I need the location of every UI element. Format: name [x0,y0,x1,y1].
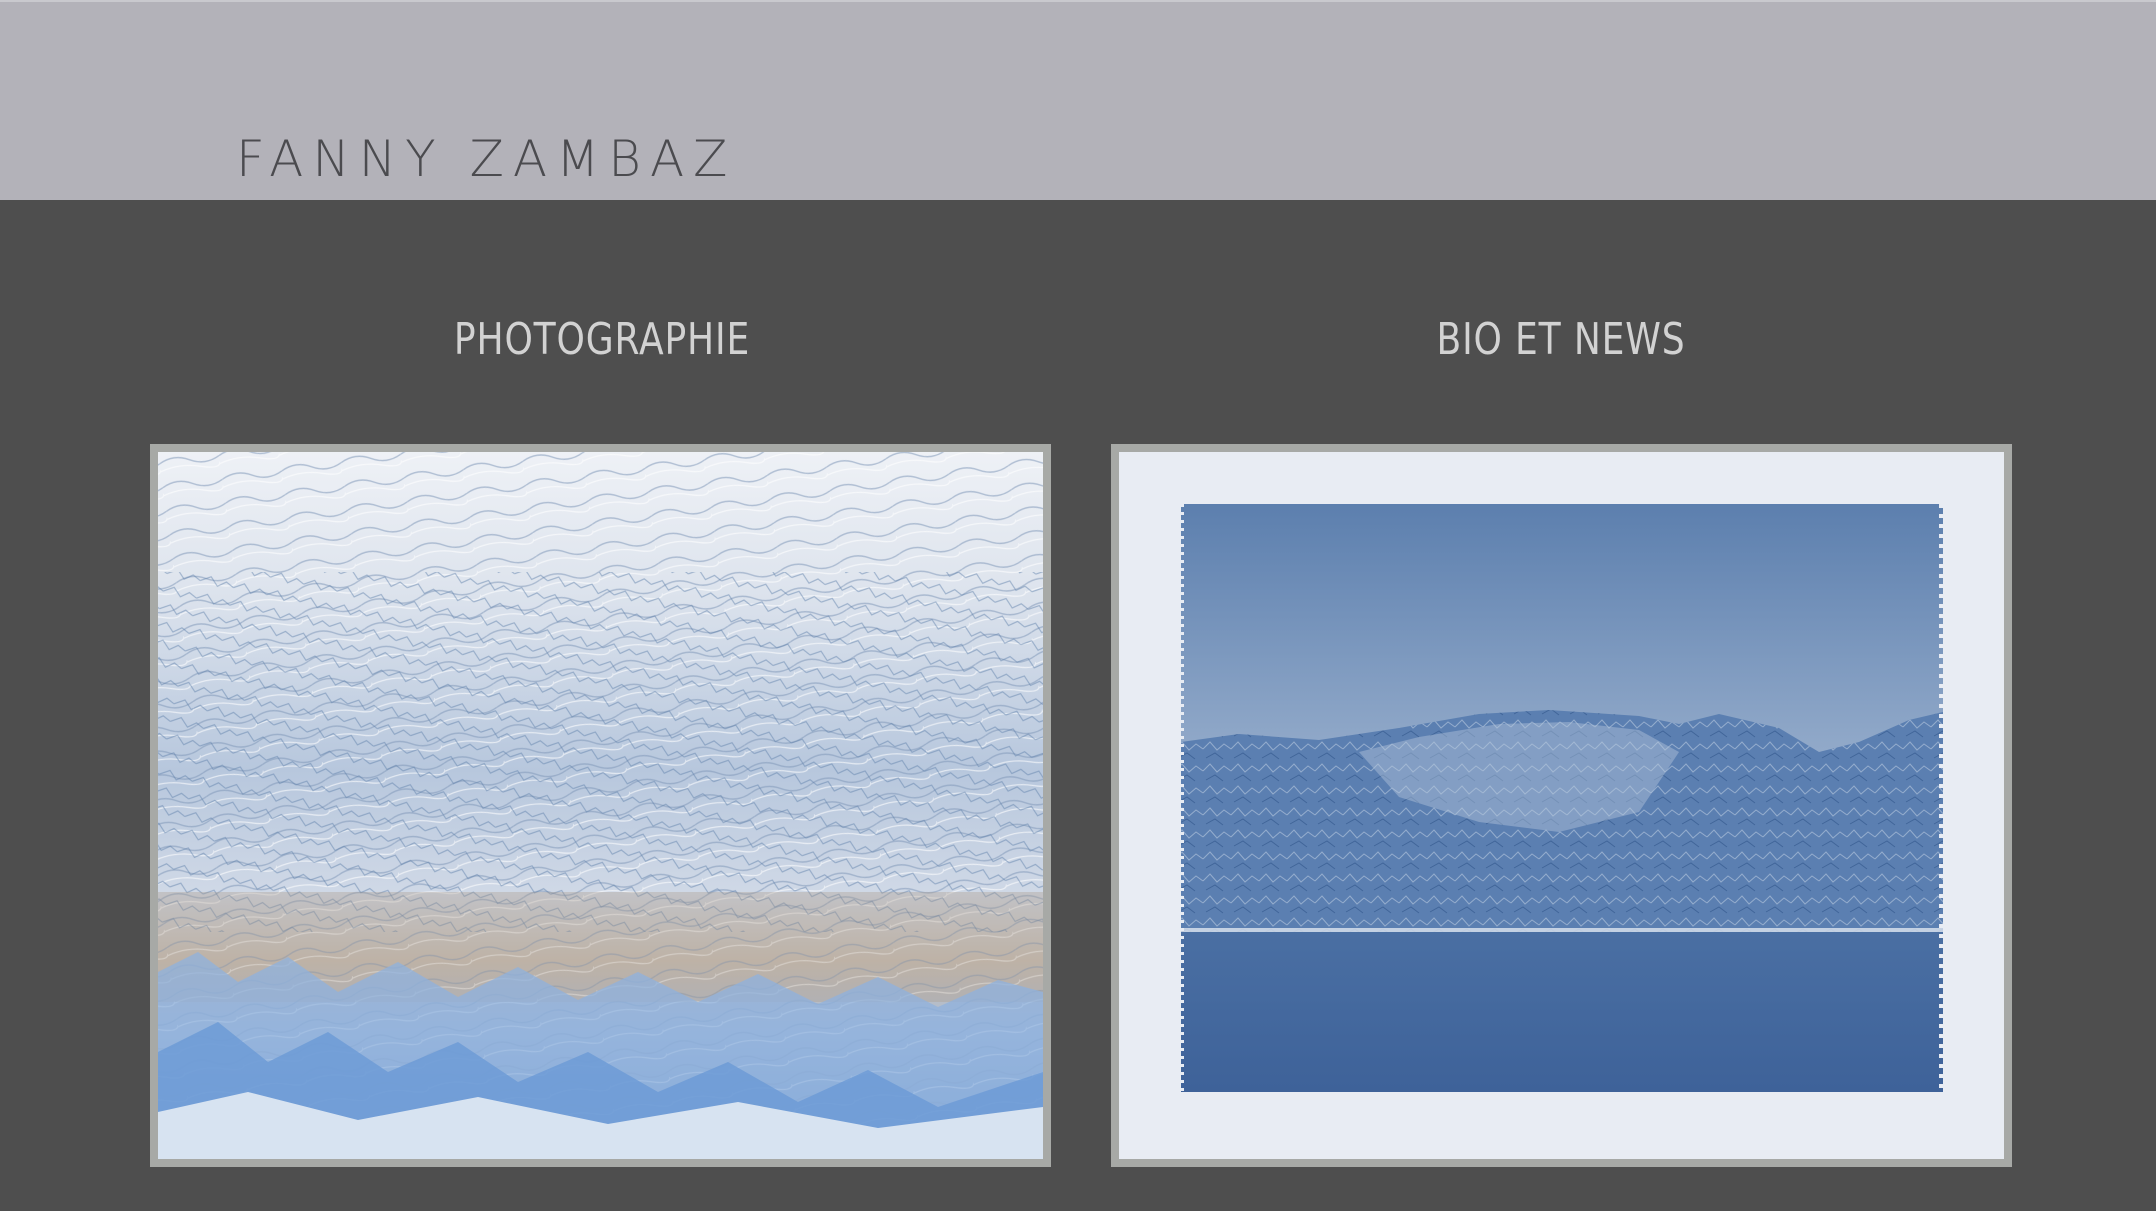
site-title-logo[interactable]: FANNY ZAMBAZ [236,134,736,184]
bio-et-news-tile[interactable] [1111,444,2012,1167]
cyanotype-cliff-image[interactable] [1119,452,2004,1159]
glacier-photo-image[interactable] [158,452,1043,1159]
site-header: FANNY ZAMBAZ [0,0,2156,200]
nav-link-bio-et-news[interactable]: BIO ET NEWS [1397,318,1725,362]
nav-link-photographie[interactable]: PHOTOGRAPHIE [438,318,766,362]
photographie-tile[interactable] [150,444,1051,1167]
